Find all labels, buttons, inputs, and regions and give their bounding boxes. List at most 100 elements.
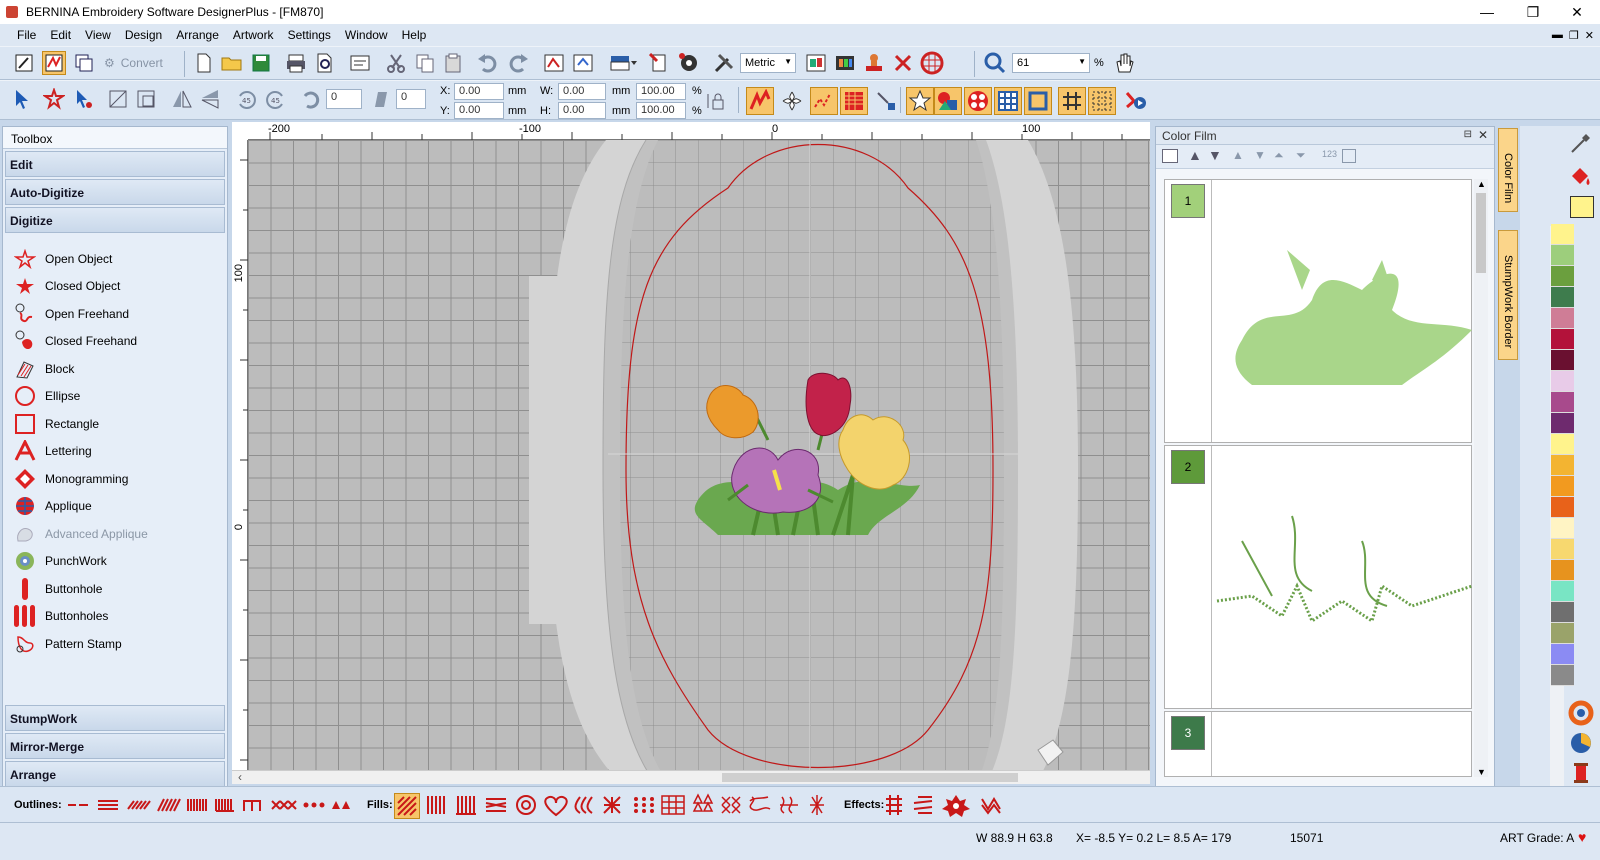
rotate-left-45-icon[interactable]: 45	[234, 87, 258, 111]
units-select[interactable]: Metric ▼	[740, 53, 796, 73]
tool-open-freehand[interactable]: Open Freehand	[3, 300, 227, 328]
paint-bucket-icon[interactable]	[1568, 164, 1594, 190]
machine-settings-icon[interactable]	[677, 51, 701, 75]
tool-monogramming[interactable]: Monogramming	[3, 465, 227, 493]
current-color-swatch[interactable]	[1570, 196, 1594, 218]
tool-applique[interactable]: Applique	[3, 493, 227, 521]
palette-swatch[interactable]	[1551, 245, 1574, 266]
fill-stitch-icons[interactable]	[424, 793, 834, 817]
design-library-icon[interactable]	[804, 51, 828, 75]
select-object-icon[interactable]	[42, 87, 66, 111]
stitch-player-icon[interactable]	[1122, 87, 1150, 115]
outline-stitch-icons[interactable]	[66, 793, 366, 817]
menu-artwork[interactable]: Artwork	[226, 28, 281, 42]
cut-icon[interactable]	[384, 51, 408, 75]
tool-punchwork[interactable]: PunchWork	[3, 548, 227, 576]
width-percent-field[interactable]: 100.00	[636, 83, 686, 100]
convert-button[interactable]: ⚙ Convert	[104, 51, 174, 75]
color-film-item-1[interactable]: 1	[1164, 179, 1472, 443]
embroidery-canvas-icon[interactable]	[42, 51, 66, 75]
satin-fill-icon[interactable]	[746, 87, 774, 115]
move-down-icon[interactable]: ▼	[1254, 148, 1266, 162]
tool-block[interactable]: Block	[3, 355, 227, 383]
palette-swatch[interactable]	[1551, 413, 1574, 434]
select-arrow-icon[interactable]	[10, 87, 34, 111]
tatami-fill-icon[interactable]	[840, 87, 868, 115]
palette-swatch[interactable]	[1551, 581, 1574, 602]
worksheet-icon[interactable]	[648, 51, 672, 75]
section-mirror-merge[interactable]: Mirror-Merge	[5, 733, 225, 759]
palette-swatch[interactable]	[1551, 497, 1574, 518]
palette-swatch[interactable]	[1551, 287, 1574, 308]
menu-design[interactable]: Design	[118, 28, 169, 42]
export-icon[interactable]	[348, 51, 372, 75]
view-grid-icon[interactable]	[1162, 149, 1178, 163]
tools-icon[interactable]	[712, 51, 736, 75]
zoom-icon[interactable]	[983, 51, 1007, 75]
section-stumpwork[interactable]: StumpWork	[5, 705, 225, 731]
move-up-icon[interactable]: ▲	[1232, 148, 1244, 162]
palette-swatch[interactable]	[1551, 308, 1574, 329]
color-film-scroll-thumb[interactable]	[1476, 193, 1486, 273]
paste-icon[interactable]	[441, 51, 465, 75]
tool-open-object[interactable]: Open Object	[3, 245, 227, 273]
tool-lettering[interactable]: Lettering	[3, 438, 227, 466]
copy-icon[interactable]	[413, 51, 437, 75]
pin-icon[interactable]: ⊟	[1464, 129, 1472, 140]
zoom-select[interactable]: 61 ▼	[1012, 53, 1090, 73]
tool-pattern-stamp[interactable]: Pattern Stamp	[3, 630, 227, 658]
select-point-icon[interactable]	[70, 87, 94, 111]
w-field[interactable]: 0.00	[558, 83, 606, 100]
import-embroidery-icon[interactable]	[542, 51, 566, 75]
shapes-icon[interactable]	[934, 87, 962, 115]
pan-hand-icon[interactable]	[1112, 51, 1136, 75]
tool-closed-freehand[interactable]: Closed Freehand	[3, 328, 227, 356]
frame-icon[interactable]	[1024, 87, 1052, 115]
dotted-grid-icon[interactable]	[1088, 87, 1116, 115]
thread-spool-icon[interactable]	[1568, 760, 1594, 786]
mirror-vertical-icon[interactable]	[198, 87, 222, 111]
close-panel-icon[interactable]: ✕	[1478, 128, 1488, 142]
palette-swatch[interactable]	[1551, 266, 1574, 287]
menu-arrange[interactable]: Arrange	[169, 28, 226, 42]
redo-icon[interactable]	[506, 51, 530, 75]
horizontal-scroll-thumb[interactable]	[722, 773, 1018, 782]
section-digitize[interactable]: Digitize	[5, 207, 225, 233]
palette-swatch[interactable]	[1551, 518, 1574, 539]
open-folder-icon[interactable]	[220, 51, 244, 75]
tool-buttonholes[interactable]: Buttonholes	[3, 603, 227, 631]
eyedropper-icon[interactable]	[1568, 130, 1594, 156]
slant-icon[interactable]	[368, 87, 392, 111]
proportional-lock-icon[interactable]	[704, 89, 728, 113]
scroll-down-icon[interactable]: ▼	[1477, 767, 1486, 777]
close-button[interactable]: ✕	[1554, 0, 1600, 24]
group-icon[interactable]	[106, 87, 130, 111]
options-icon[interactable]	[1342, 149, 1356, 163]
tab-color-film[interactable]: Color Film	[1498, 128, 1518, 212]
last-icon[interactable]: ⏷	[1296, 148, 1306, 163]
x-field[interactable]: 0.00	[454, 83, 504, 100]
palette-swatch[interactable]	[1551, 350, 1574, 371]
palette-swatch[interactable]	[1551, 224, 1574, 245]
run-stitch-icon[interactable]	[810, 87, 838, 115]
restore-button[interactable]: ❐	[1510, 0, 1556, 24]
palette-swatch[interactable]	[1551, 644, 1574, 665]
palette-swatch[interactable]	[1551, 329, 1574, 350]
color-film-item-2[interactable]: 2	[1164, 445, 1473, 709]
section-auto-digitize[interactable]: Auto-Digitize	[5, 179, 225, 205]
scroll-left-arrow-icon[interactable]: ‹	[238, 770, 242, 784]
print-preview-icon[interactable]	[313, 51, 337, 75]
minimize-button[interactable]: —	[1464, 0, 1510, 24]
rotate-icon[interactable]	[298, 87, 322, 111]
artwork-canvas-icon[interactable]	[12, 51, 36, 75]
move-to-bottom-icon[interactable]: ▼	[1208, 147, 1222, 163]
mdi-minimize-icon[interactable]: ▬	[1552, 29, 1563, 41]
hash-grid-icon[interactable]	[1058, 87, 1086, 115]
tool-advanced-applique[interactable]: Advanced Applique	[3, 520, 227, 548]
menu-settings[interactable]: Settings	[281, 28, 338, 42]
palette-swatch[interactable]	[1551, 455, 1574, 476]
h-field[interactable]: 0.00	[558, 102, 606, 119]
section-arrange[interactable]: Arrange	[5, 761, 225, 787]
print-icon[interactable]	[284, 51, 308, 75]
pattern-circles-icon[interactable]	[964, 87, 992, 115]
